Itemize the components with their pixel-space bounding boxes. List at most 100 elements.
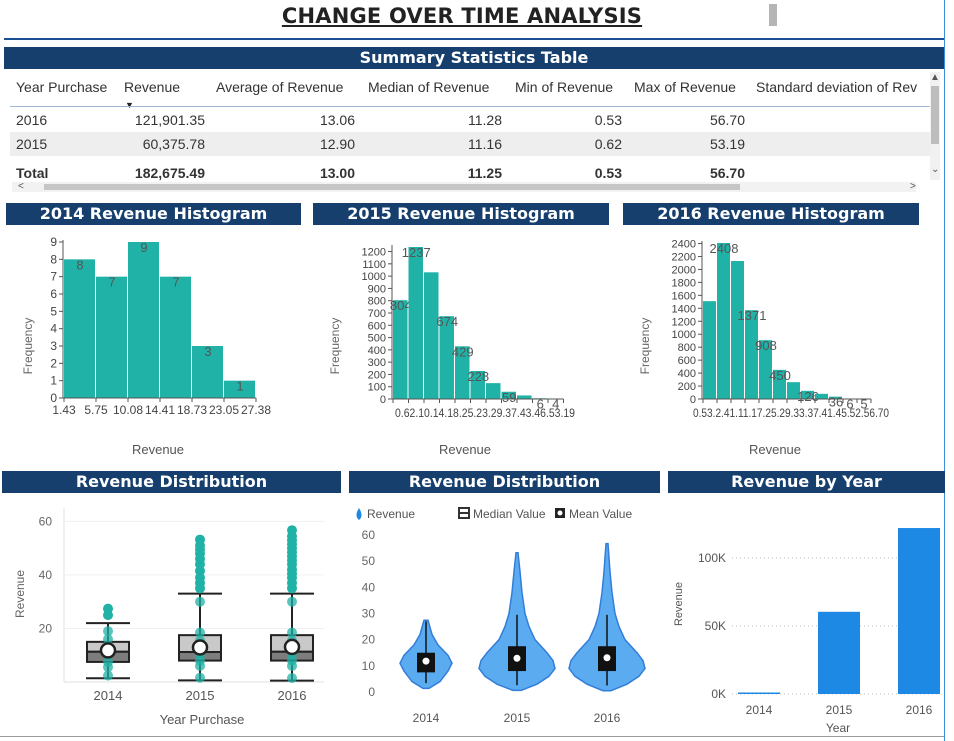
cell-year: 2015 <box>16 136 48 152</box>
summary-table-header: Summary Statistics Table <box>4 47 944 69</box>
x-tick-label: 2016 <box>594 711 621 725</box>
y-tick-label: 10 <box>362 659 376 673</box>
x-tick-label: 2016 <box>278 688 307 703</box>
horizontal-scroll-thumb[interactable] <box>44 184 740 190</box>
y-tick-label: 40 <box>362 580 376 594</box>
y-tick-label: 20 <box>362 633 376 647</box>
hist-bar <box>96 276 127 398</box>
y-tick-label: 400 <box>678 368 696 380</box>
violin-chart[interactable]: Revenue Median Value Mean Value 0 10 20 30 4… <box>349 496 661 736</box>
y-tick-label: 1000 <box>672 329 696 341</box>
x-tick-label: 14.41 <box>145 403 175 417</box>
col-header-average[interactable]: Average of Revenue <box>216 75 343 99</box>
hist-bar-label: 908 <box>755 338 777 353</box>
hist-2016-xticks: 0.53.2.41.11.17.25.29.33.37.41.45.52.56.… <box>693 408 889 420</box>
y-tick-label: 8 <box>50 252 57 266</box>
cell-revenue: 121,901.35 <box>134 112 205 128</box>
y-tick-label: 7 <box>50 270 57 284</box>
x-tick-label: 27.38 <box>241 403 271 417</box>
y-tick-label: 800 <box>368 296 386 308</box>
col-header-revenue[interactable]: Revenue <box>124 75 180 99</box>
x-tick-label: 10.08 <box>113 403 143 417</box>
hist-bar-label: 7 <box>108 275 115 290</box>
hist-bar <box>517 395 532 399</box>
data-point <box>287 672 297 683</box>
violin-header: Revenue Distribution <box>349 471 660 493</box>
cell-min: 0.53 <box>594 112 622 128</box>
x-tick-label: 1.43 <box>52 403 76 417</box>
y-tick-label: 1600 <box>672 290 696 302</box>
hist-2014-xlabel: Revenue <box>132 442 184 457</box>
hist-bar <box>703 301 716 399</box>
col-header-median[interactable]: Median of Revenue <box>368 75 489 99</box>
y-tick-label: 600 <box>678 355 696 367</box>
y-tick-label: 0 <box>368 685 375 699</box>
hist-bar-label: 9 <box>140 240 147 255</box>
x-tick-label: 2015 <box>504 711 531 725</box>
violin-mean <box>512 653 522 663</box>
hist-bar-label: 228 <box>467 369 489 384</box>
y-tick-label: 300 <box>368 357 386 369</box>
hist-2014-chart[interactable]: 01234567898797311.43 5.75 10.08 14.41 18.73 2… <box>6 228 306 464</box>
legend-median: Median Value <box>473 507 546 521</box>
page-title: CHANGE OVER TIME ANALYSIS <box>281 4 643 28</box>
x-tick-label: 2014 <box>94 688 123 703</box>
title-marker <box>769 4 777 26</box>
y-tick-label: 60 <box>362 528 376 542</box>
revenue-by-year-chart[interactable]: 0K 50K 100K 2014 2015 2016 Year Revenue <box>668 496 945 736</box>
hist-bar <box>815 393 828 399</box>
y-tick-label: 1200 <box>362 247 386 259</box>
y-tick-label: 4 <box>50 322 57 336</box>
y-tick-label: 200 <box>678 381 696 393</box>
hist-2014-header: 2014 Revenue Histogram <box>6 203 301 225</box>
table-row: 2015 60,375.78 12.90 11.16 0.62 53.19 <box>10 132 930 156</box>
revenue-bar <box>898 528 940 694</box>
y-tick-label: 5 <box>50 304 57 318</box>
hist-bar <box>717 243 730 399</box>
hist-bar <box>393 300 408 399</box>
boxplot-chart[interactable]: 20 40 60 2014 2015 2016 Year Purchase Revenue <box>2 496 342 736</box>
hist-2014-ylabel: Frequency <box>21 318 35 375</box>
hist-2015-xlabel: Revenue <box>439 442 491 457</box>
hist-bar-label: 804 <box>390 298 412 313</box>
data-point <box>195 672 205 683</box>
cell-average: 13.06 <box>319 112 355 128</box>
scroll-left-icon[interactable]: < <box>18 181 24 192</box>
hist-2016-chart[interactable]: 0200400600800100012001400160018002000220… <box>623 228 923 464</box>
x-tick-label: 2016 <box>906 703 933 717</box>
y-tick-label: 800 <box>678 342 696 354</box>
hist-bar-label: 1237 <box>402 245 431 260</box>
hist-bar <box>731 261 744 399</box>
boxplot-ylabel: Revenue <box>13 570 27 618</box>
y-tick-label: 1400 <box>672 303 696 315</box>
cell-min: 0.62 <box>594 136 622 152</box>
hist-bar <box>424 272 439 399</box>
hist-2016-xlabel: Revenue <box>749 442 801 457</box>
y-tick-label: 6 <box>50 287 57 301</box>
y-tick-label: 2 <box>50 356 57 370</box>
y-tick-label: 1200 <box>672 316 696 328</box>
y-tick-label: 2400 <box>672 239 696 251</box>
scroll-down-icon[interactable]: ⌄ <box>931 164 939 175</box>
boxplot-header: Revenue Distribution <box>2 471 341 493</box>
hist-2015-chart[interactable]: 0100200300400500600700800900100011001200… <box>313 228 613 464</box>
col-header-max[interactable]: Max of Revenue <box>634 75 736 99</box>
hist-bar <box>64 259 95 398</box>
col-header-min[interactable]: Min of Revenue <box>515 75 613 99</box>
scroll-up-icon[interactable]: ▲ <box>930 72 940 83</box>
table-row: 2016 121,901.35 13.06 11.28 0.53 56.70 <box>10 108 930 132</box>
cell-max: 56.70 <box>709 112 745 128</box>
col-header-year[interactable]: Year Purchase <box>16 75 107 99</box>
vertical-scroll-thumb[interactable] <box>931 86 939 144</box>
hist-bar <box>486 383 501 399</box>
x-tick-label: 18.73 <box>177 403 207 417</box>
x-tick-label: 23.05 <box>209 403 239 417</box>
scroll-right-icon[interactable]: > <box>910 181 916 192</box>
hist-bar-label: 1 <box>236 379 243 394</box>
hist-2015-header: 2015 Revenue Histogram <box>313 203 609 225</box>
revenue-by-year-header: Revenue by Year <box>668 471 945 493</box>
col-header-stddev[interactable]: Standard deviation of Rev <box>756 75 928 99</box>
y-tick-label: 0 <box>380 394 386 406</box>
y-tick-label: 1000 <box>362 271 386 283</box>
mean-marker <box>99 642 117 659</box>
